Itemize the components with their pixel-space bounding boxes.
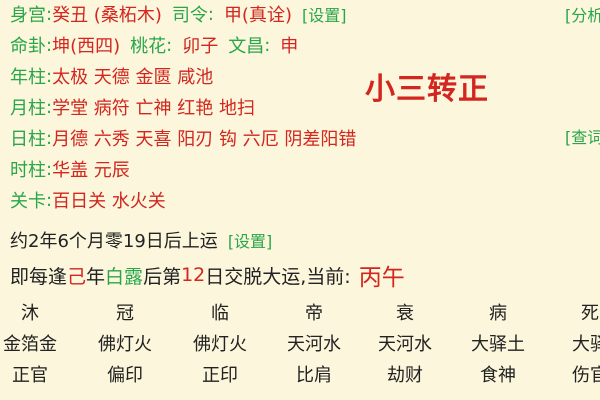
luck-prefix: 即每逢 [10,265,68,288]
nayin-cell: 金箔金 [3,334,57,355]
row-value: 坤(西四) [52,36,121,57]
row-value: 卯子 [182,36,219,57]
row-sub-label: 司令 [171,5,208,26]
row-value: 甲(真诠) [223,5,292,26]
row-colon: : [166,34,173,56]
row-sub-label: 文昌 [228,36,265,57]
luck-after-day: 日交脱大运,当前: [205,265,351,288]
info-row: 日柱: 月德 六秀 天喜 阳刃 钩 六厄 阴差阳错 [10,124,356,152]
nayin-cell: 大驿 [572,334,600,355]
info-row: 身宫: 癸丑 (桑柘木) 司令: 甲(真诠) [设置] [10,0,346,28]
stage-cell: 帝 [305,303,323,324]
ten-god-cell: 正官 [12,365,48,386]
analysis-link[interactable]: [分析 [565,2,600,26]
fate-start-line: 约2年6个月零19日后上运 [设置] [10,226,272,254]
row-colon: : [207,3,214,25]
ten-god-cell: 食神 [480,365,516,386]
luck-transition-line: 即每逢 己 年 白露 后第 12 日交脱大运,当前: 丙午 [10,260,405,291]
luck-solar-term: 白露 [105,265,144,288]
row-label: 关卡 [10,191,46,212]
luck-grid: 沐 冠 临 帝 衰 病 死金箔金 佛灯火 佛灯火 天河水 天河水 大驿土 大驿正官 偏印 正印 比肩 劫财 食神 伤… [0,300,600,400]
luck-stem: 己 [67,265,87,288]
row-label: 日柱 [10,129,46,150]
info-row: 命卦: 坤(西四) 桃花: 卯子 文昌: 申 [10,31,298,59]
ten-god-cell: 正印 [202,365,238,386]
stage-cell: 冠 [116,303,134,324]
ten-god-cell: 偏印 [107,365,143,386]
row-label: 年柱 [10,67,46,88]
nayin-cell: 佛灯火 [98,334,152,355]
luck-after-term: 后第 [143,265,182,288]
ten-god-cell: 伤官 [572,365,600,386]
row-value: 太极 天德 金匮 咸池 [52,67,214,88]
row-value: 百日关 水火关 [52,191,166,212]
current-luck-pillar: 丙午 [358,265,405,291]
ten-god-cell: 比肩 [296,365,332,386]
info-row: 月柱: 学堂 病符 亡神 红艳 地扫 [10,93,255,121]
stage-cell: 死 [581,303,599,324]
info-row: 关卡: 百日关 水火关 [10,186,166,214]
row-value: 癸丑 (桑柘木) [52,5,162,26]
fate-start-text: 约2年6个月零19日后上运 [10,231,218,252]
nayin-cell: 大驿土 [471,334,525,355]
stage-cell: 衰 [396,303,414,324]
nayin-cell: 天河水 [287,334,341,355]
stage-cell: 沐 [21,303,39,324]
row-label: 命卦 [10,36,46,57]
grid-row: 沐冠临帝衰病死 [0,300,600,328]
grid-row: 正官 偏印 正印 比肩 劫财 食神 伤官 [0,362,600,390]
info-row: 年柱: 太极 天德 金匮 咸池 [10,62,213,90]
row-sub-label: 桃花 [130,36,167,57]
row-value: 月德 六秀 天喜 阳刃 钩 六厄 阴差阳错 [52,129,357,150]
annotation-text: 小三转正 [365,72,489,107]
ten-god-cell: 劫财 [387,365,423,386]
stage-cell: 病 [489,303,507,324]
row-value: 华盖 元辰 [52,160,130,181]
settings-link[interactable]: [设置] [302,2,347,26]
lookup-link[interactable]: [查词 [565,124,600,148]
nayin-cell: 天河水 [378,334,432,355]
grid-row: 金箔金 佛灯火 佛灯火 天河水 天河水 大驿土 大驿 [0,331,600,359]
luck-year-word: 年 [86,265,106,288]
stage-cell: 临 [211,303,229,324]
row-label: 身宫 [10,5,46,26]
info-row: 时柱: 华盖 元辰 [10,155,130,183]
row-label: 月柱 [10,98,46,119]
row-value: 学堂 病符 亡神 红艳 地扫 [52,98,255,119]
row-label: 时柱 [10,160,46,181]
fate-settings-link[interactable]: [设置] [228,228,273,252]
row-colon: : [264,34,271,56]
luck-day-number: 12 [181,264,206,286]
row-value: 申 [280,36,299,57]
nayin-cell: 佛灯火 [193,334,247,355]
